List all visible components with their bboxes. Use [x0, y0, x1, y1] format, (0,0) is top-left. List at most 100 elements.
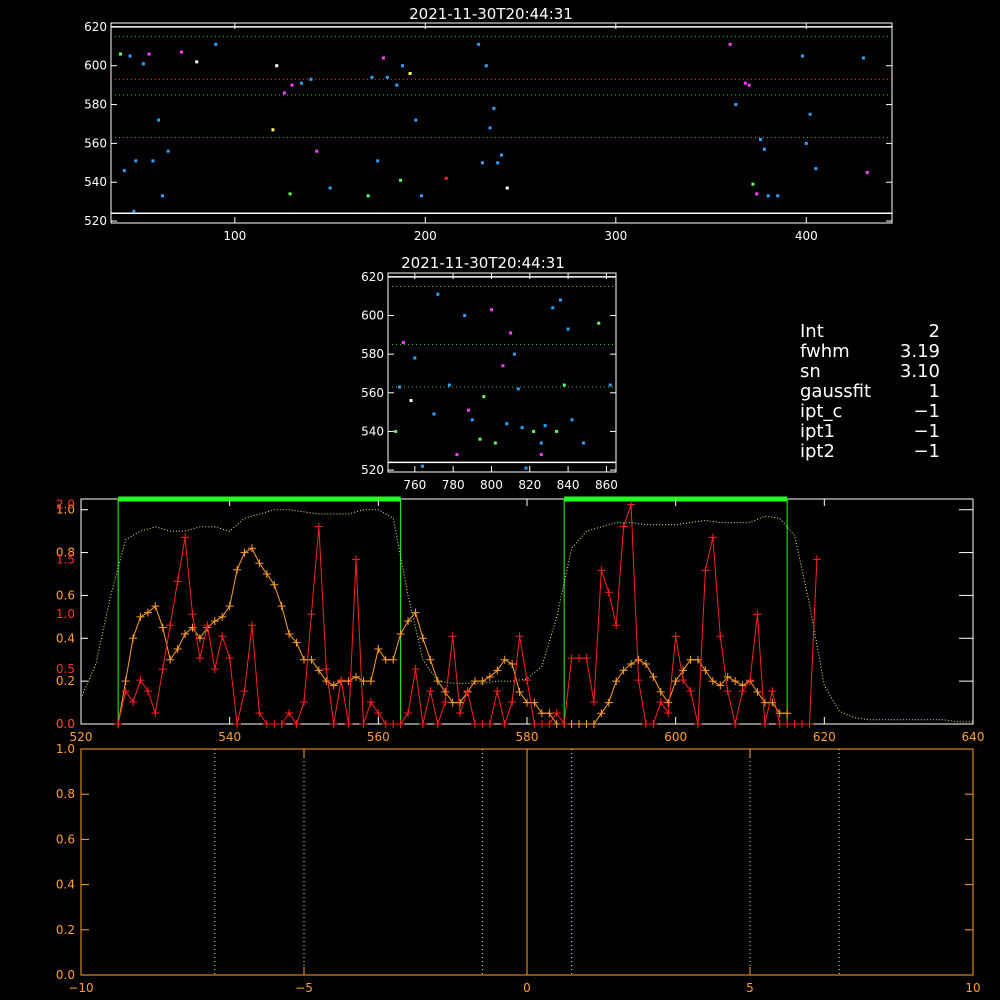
- series-marker-red: [597, 566, 606, 575]
- series-marker-orange: [270, 580, 279, 589]
- data-point: [399, 178, 403, 182]
- series-marker-red: [166, 621, 175, 630]
- data-point: [743, 81, 747, 85]
- data-point: [195, 60, 199, 64]
- x-tick-label: 640: [962, 730, 985, 744]
- series-marker-orange: [225, 602, 234, 611]
- series-marker-orange: [158, 623, 167, 632]
- plot-frame: [80, 498, 974, 725]
- data-point: [366, 194, 370, 198]
- series-marker-red: [129, 698, 138, 707]
- series-marker-red: [188, 610, 197, 619]
- data-point: [493, 441, 497, 445]
- series-marker-red: [783, 720, 792, 728]
- series-marker-orange: [470, 677, 479, 686]
- data-point: [381, 56, 385, 60]
- y-tick-label-red: 2.0: [56, 497, 75, 511]
- data-point: [608, 383, 612, 387]
- y-tick-label: 0.2: [56, 923, 75, 937]
- data-point: [477, 42, 481, 46]
- data-point: [747, 83, 751, 87]
- band-window: [563, 498, 788, 724]
- series-marker-orange: [448, 698, 457, 707]
- x-tick-label: 820: [518, 478, 541, 492]
- data-point: [524, 466, 528, 470]
- data-point: [132, 209, 136, 213]
- param-row: fwhm 3.19: [800, 342, 940, 362]
- data-point: [271, 128, 275, 132]
- param-key: sn: [800, 361, 821, 382]
- data-point: [562, 383, 566, 387]
- series-marker-orange: [656, 687, 665, 696]
- param-row: gaussfit 1: [800, 382, 940, 402]
- data-point: [299, 81, 303, 85]
- series-marker-red: [686, 687, 695, 696]
- x-tick-label: 840: [557, 478, 580, 492]
- series-marker-orange: [418, 634, 427, 643]
- y-tick-label-red: 1.5: [56, 552, 75, 566]
- data-point: [463, 314, 467, 318]
- param-value: −1: [913, 441, 940, 462]
- data-point: [762, 147, 766, 151]
- series-marker-red: [552, 709, 561, 718]
- data-point: [432, 412, 436, 416]
- series-marker-red: [307, 610, 316, 619]
- series-marker-red: [679, 676, 688, 685]
- series-marker-red: [352, 555, 361, 564]
- series-marker-red: [470, 720, 479, 728]
- series-marker-orange: [523, 698, 531, 707]
- series-marker-orange: [322, 677, 331, 686]
- plot-frame: [387, 272, 617, 473]
- data-point: [401, 341, 405, 345]
- param-key: gaussfit: [800, 381, 872, 402]
- series-marker-red: [277, 720, 286, 728]
- y-tick-label: 520: [361, 463, 384, 477]
- series-marker-orange: [300, 655, 308, 664]
- data-point: [551, 306, 555, 310]
- series-marker-red: [738, 687, 747, 696]
- series-marker-red: [805, 720, 814, 728]
- series-marker-orange: [760, 698, 769, 707]
- x-tick-label: 0: [523, 981, 531, 995]
- series-marker-red: [790, 720, 799, 728]
- bottom-lag-panel: −10 −5 0 5 10 0.0 0.2 0.4 0.6 0.8 1.0: [56, 742, 981, 995]
- y-tick-label: 580: [361, 347, 384, 361]
- series-marker-orange: [352, 672, 361, 681]
- series-marker-red: [121, 687, 130, 696]
- data-point: [496, 161, 500, 165]
- data-point: [409, 399, 413, 403]
- data-point: [509, 331, 513, 335]
- series-marker-orange: [783, 709, 792, 718]
- series-marker-red: [143, 687, 152, 696]
- data-point: [134, 159, 138, 163]
- series-marker-orange: [545, 709, 554, 718]
- series-marker-red: [270, 720, 279, 728]
- series-marker-orange: [664, 698, 673, 707]
- series-marker-orange: [671, 677, 680, 686]
- y-tick-label: 520: [84, 214, 107, 228]
- data-point: [370, 75, 374, 79]
- x-tick-label: 760: [403, 478, 426, 492]
- series-marker-orange: [262, 570, 271, 578]
- series-marker-orange: [708, 677, 717, 686]
- series-marker-orange: [575, 720, 584, 728]
- x-tick-label: 560: [367, 730, 390, 744]
- data-point: [488, 126, 492, 130]
- series-marker-orange: [233, 565, 242, 574]
- series-marker-orange: [136, 612, 145, 621]
- data-point: [413, 356, 417, 360]
- data-point: [141, 62, 145, 66]
- x-tick-label: 620: [813, 730, 836, 744]
- x-tick-label: 5: [746, 981, 754, 995]
- y-tick-label: 580: [84, 98, 107, 112]
- data-point: [520, 426, 524, 430]
- param-row: sn 3.10: [800, 362, 940, 382]
- series-marker-orange: [433, 677, 442, 686]
- data-point: [419, 194, 423, 198]
- data-point: [492, 106, 496, 110]
- series-marker-red: [656, 698, 665, 707]
- series-line-green: [80, 509, 973, 723]
- y-tick-label: 0.8: [56, 787, 75, 801]
- data-point: [455, 453, 459, 457]
- series-marker-red: [329, 720, 338, 728]
